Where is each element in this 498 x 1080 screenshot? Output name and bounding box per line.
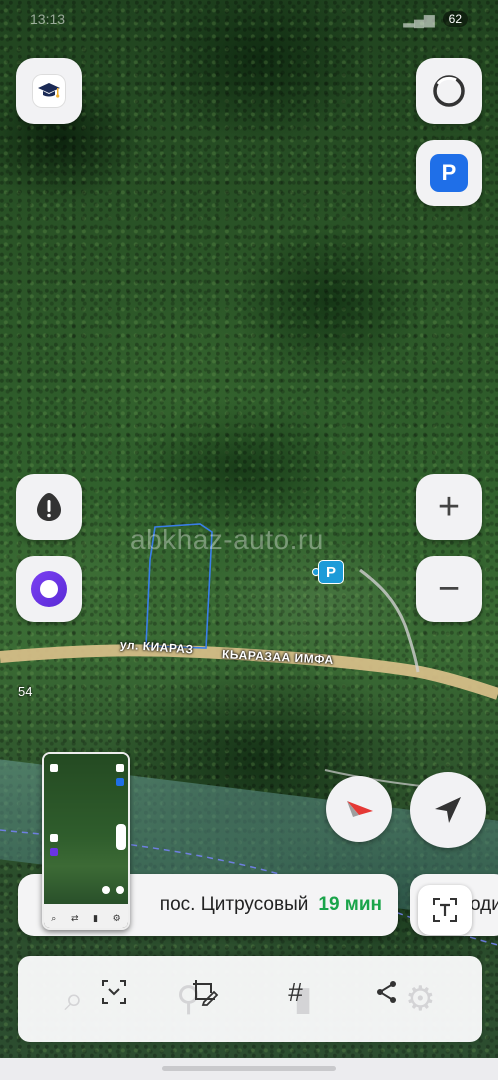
map-layers-button[interactable] [416,58,482,124]
zoom-in-button[interactable]: + [416,474,482,540]
warning-pin-icon [37,493,61,521]
text-recognition-button[interactable] [418,885,472,935]
zoom-out-button[interactable]: − [416,556,482,622]
home-indicator[interactable] [162,1066,336,1071]
compass-icon [347,801,373,817]
learning-mode-button[interactable] [16,58,82,124]
signal-icon: ▂▄▆ [403,10,435,27]
edit-button[interactable] [181,968,229,1016]
thumb-route-icon: ⇄ [70,912,79,923]
parking-layer-button[interactable]: P [416,140,482,206]
thumb-search-icon: ⌕ [51,912,57,923]
compass-button[interactable] [326,776,392,842]
navigation-arrow-icon [435,797,461,823]
thumb-compass-dot [102,886,110,894]
thumb-layers-dot [116,764,124,772]
status-icons: ▂▄▆ 62 [403,11,468,28]
scan-icon [101,980,126,1004]
status-time: 13:13 [30,11,66,27]
parking-map-marker[interactable]: P [318,560,344,584]
bottom-toolbar: ⌕ ⚲ ▮ ⚙ # [18,956,482,1042]
layers-ring-icon [433,75,465,107]
plus-icon: + [437,486,461,528]
parking-icon: P [430,154,468,192]
hashtag-button[interactable]: # [272,968,320,1016]
thumb-settings-icon: ⚙ [112,912,121,923]
thumb-bookmark-icon: ▮ [93,912,99,923]
thumb-zoom-dot [116,824,126,850]
thumbnail-map [44,754,128,904]
route-destination: пос. Цитрусовый [159,894,309,915]
battery-indicator: 62 [442,11,468,27]
graduation-cap-icon [32,74,66,108]
share-button[interactable] [363,968,411,1016]
alice-assistant-button[interactable] [16,556,82,622]
route-card-2-text: оди [470,894,498,915]
thumb-alert-dot [50,834,58,842]
road-event-button[interactable] [16,474,82,540]
status-bar: 13:13 ▂▄▆ 62 [0,0,498,38]
thumb-alice-dot [50,848,58,856]
thumb-locate-dot [116,886,124,894]
scan-button[interactable] [90,968,138,1016]
my-location-button[interactable] [410,772,486,848]
thumb-edu-dot [50,764,58,772]
minus-icon: − [437,568,461,610]
screenshot-thumbnail[interactable]: ⌕ ⇄ ▮ ⚙ [42,752,130,930]
map-watermark: abkhaz-auto.ru [130,524,324,555]
thumb-parking-dot [116,778,124,786]
alice-icon [31,571,67,607]
share-icon [376,981,396,1003]
road-number-label: 54 [18,684,33,699]
route-eta: 19 мин [318,894,382,915]
side-road [359,568,420,673]
screenshot-tool-row: # [18,966,482,1018]
text-scan-icon [433,898,457,922]
thumbnail-toolbar: ⌕ ⇄ ▮ ⚙ [44,904,128,928]
edit-crop-icon [192,980,218,1006]
